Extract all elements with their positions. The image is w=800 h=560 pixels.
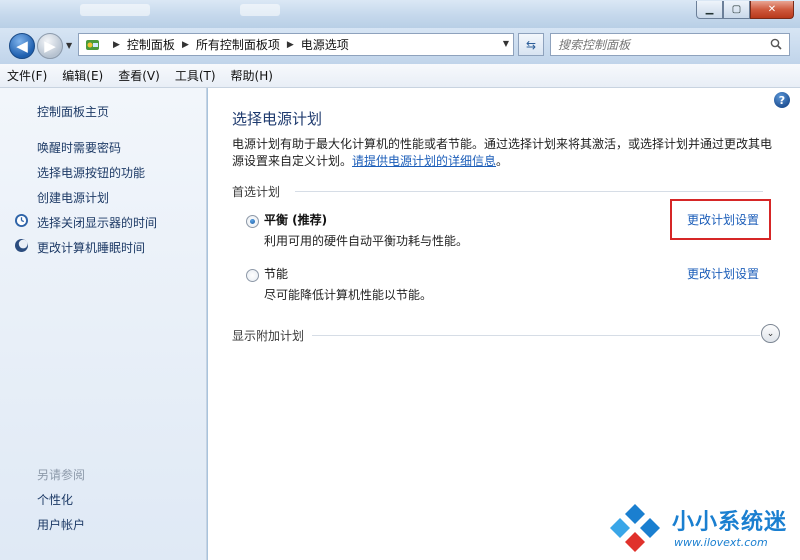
blurred-background <box>80 4 150 16</box>
menu-help[interactable]: 帮助(H) <box>231 67 273 84</box>
recent-pages-dropdown[interactable]: ▼ <box>66 41 72 50</box>
main-content: ? 选择电源计划 电源计划有助于最大化计算机的性能或者节能。通过选择计划来将其激… <box>208 88 800 560</box>
navigation-bar: ◀ ▶ ▼ ▶ 控制面板 ▶ 所有控制面板项 ▶ 电源选项 ▼ ⇆ <box>0 28 800 64</box>
maximize-button[interactable]: ▢ <box>723 1 750 19</box>
menu-view[interactable]: 查看(V) <box>118 67 160 84</box>
preferred-plans-heading: 首选计划 <box>232 185 281 199</box>
control-panel-home-link[interactable]: 控制面板主页 <box>37 103 109 120</box>
sidebar-item-display-off[interactable]: 选择关闭显示器的时间 <box>37 214 157 231</box>
plan-balanced-description: 利用可用的硬件自动平衡功耗与性能。 <box>264 234 469 248</box>
sidebar-item-power-button[interactable]: 选择电源按钮的功能 <box>37 164 145 181</box>
watermark-url: www.ilovext.com <box>674 536 768 549</box>
search-box[interactable] <box>550 33 790 56</box>
see-also-user-accounts[interactable]: 用户帐户 <box>37 516 85 533</box>
help-button[interactable]: ? <box>774 92 790 108</box>
watermark-logo-icon <box>610 504 660 552</box>
description-end: 。 <box>496 154 509 168</box>
breadcrumb-separator-icon: ▶ <box>113 39 120 50</box>
breadcrumb-item[interactable]: 所有控制面板项 <box>196 36 280 53</box>
moon-icon <box>15 239 28 252</box>
plan-power-saver-description: 尽可能降低计算机性能以节能。 <box>264 288 433 302</box>
forward-arrow-icon: ▶ <box>44 37 56 55</box>
menu-tools[interactable]: 工具(T) <box>175 67 216 84</box>
expand-button[interactable]: ⌄ <box>761 324 780 343</box>
menu-edit[interactable]: 编辑(E) <box>62 67 103 84</box>
see-also-personalization[interactable]: 个性化 <box>37 491 73 508</box>
page-description: 电源计划有助于最大化计算机的性能或者节能。通过选择计划来将其激活，或选择计划并通… <box>232 136 777 170</box>
group-divider <box>312 335 760 336</box>
refresh-button[interactable]: ⇆ <box>518 33 544 56</box>
forward-button[interactable]: ▶ <box>37 33 63 59</box>
refresh-icon: ⇆ <box>525 37 537 52</box>
title-bar: ▁ ▢ ✕ <box>0 0 800 28</box>
site-watermark: 小小系统迷 www.ilovext.com <box>600 500 796 556</box>
plan-power-saver-name[interactable]: 节能 <box>264 265 288 282</box>
additional-plans-heading[interactable]: 显示附加计划 <box>232 327 304 344</box>
left-task-pane: 控制面板主页 唤醒时需要密码 选择电源按钮的功能 创建电源计划 选择关闭显示器的… <box>0 88 207 560</box>
back-arrow-icon: ◀ <box>16 37 28 55</box>
window-controls: ▁ ▢ ✕ <box>696 1 794 19</box>
menu-file[interactable]: 文件(F) <box>7 67 47 84</box>
plan-balanced-radio[interactable] <box>246 215 259 228</box>
see-also-heading: 另请参阅 <box>37 468 86 482</box>
control-panel-icon <box>84 37 102 53</box>
highlight-box <box>670 199 771 240</box>
blurred-background <box>240 4 280 16</box>
sidebar-item-sleep-time[interactable]: 更改计算机睡眠时间 <box>37 239 145 256</box>
sidebar-item-create-plan[interactable]: 创建电源计划 <box>37 189 109 206</box>
breadcrumb-item[interactable]: 控制面板 <box>127 36 175 53</box>
menu-bar: 文件(F) 编辑(E) 查看(V) 工具(T) 帮助(H) <box>0 64 800 88</box>
minimize-button[interactable]: ▁ <box>696 1 723 19</box>
breadcrumb-item[interactable]: 电源选项 <box>301 36 349 53</box>
search-input[interactable] <box>551 34 751 55</box>
group-divider <box>295 191 763 192</box>
address-bar[interactable]: ▶ 控制面板 ▶ 所有控制面板项 ▶ 电源选项 ▼ <box>78 33 514 56</box>
plan-power-saver-change-settings-link[interactable]: 更改计划设置 <box>687 265 759 282</box>
plan-details-link[interactable]: 请提供电源计划的详细信息 <box>352 154 496 168</box>
chevron-down-icon: ⌄ <box>766 328 775 339</box>
plan-power-saver-radio[interactable] <box>246 269 259 282</box>
breadcrumb-separator-icon: ▶ <box>181 39 189 50</box>
help-icon: ? <box>778 93 786 107</box>
search-icon[interactable] <box>770 38 782 50</box>
close-button[interactable]: ✕ <box>750 1 794 19</box>
plan-balanced-name[interactable]: 平衡 (推荐) <box>264 211 327 228</box>
page-title: 选择电源计划 <box>232 110 323 128</box>
monitor-clock-icon <box>15 214 28 227</box>
watermark-text: 小小系统迷 <box>672 510 788 535</box>
breadcrumb-separator-icon: ▶ <box>286 39 294 50</box>
sidebar-item-wake-password[interactable]: 唤醒时需要密码 <box>37 139 121 156</box>
address-dropdown-icon[interactable]: ▼ <box>503 39 509 48</box>
back-button[interactable]: ◀ <box>9 33 35 59</box>
